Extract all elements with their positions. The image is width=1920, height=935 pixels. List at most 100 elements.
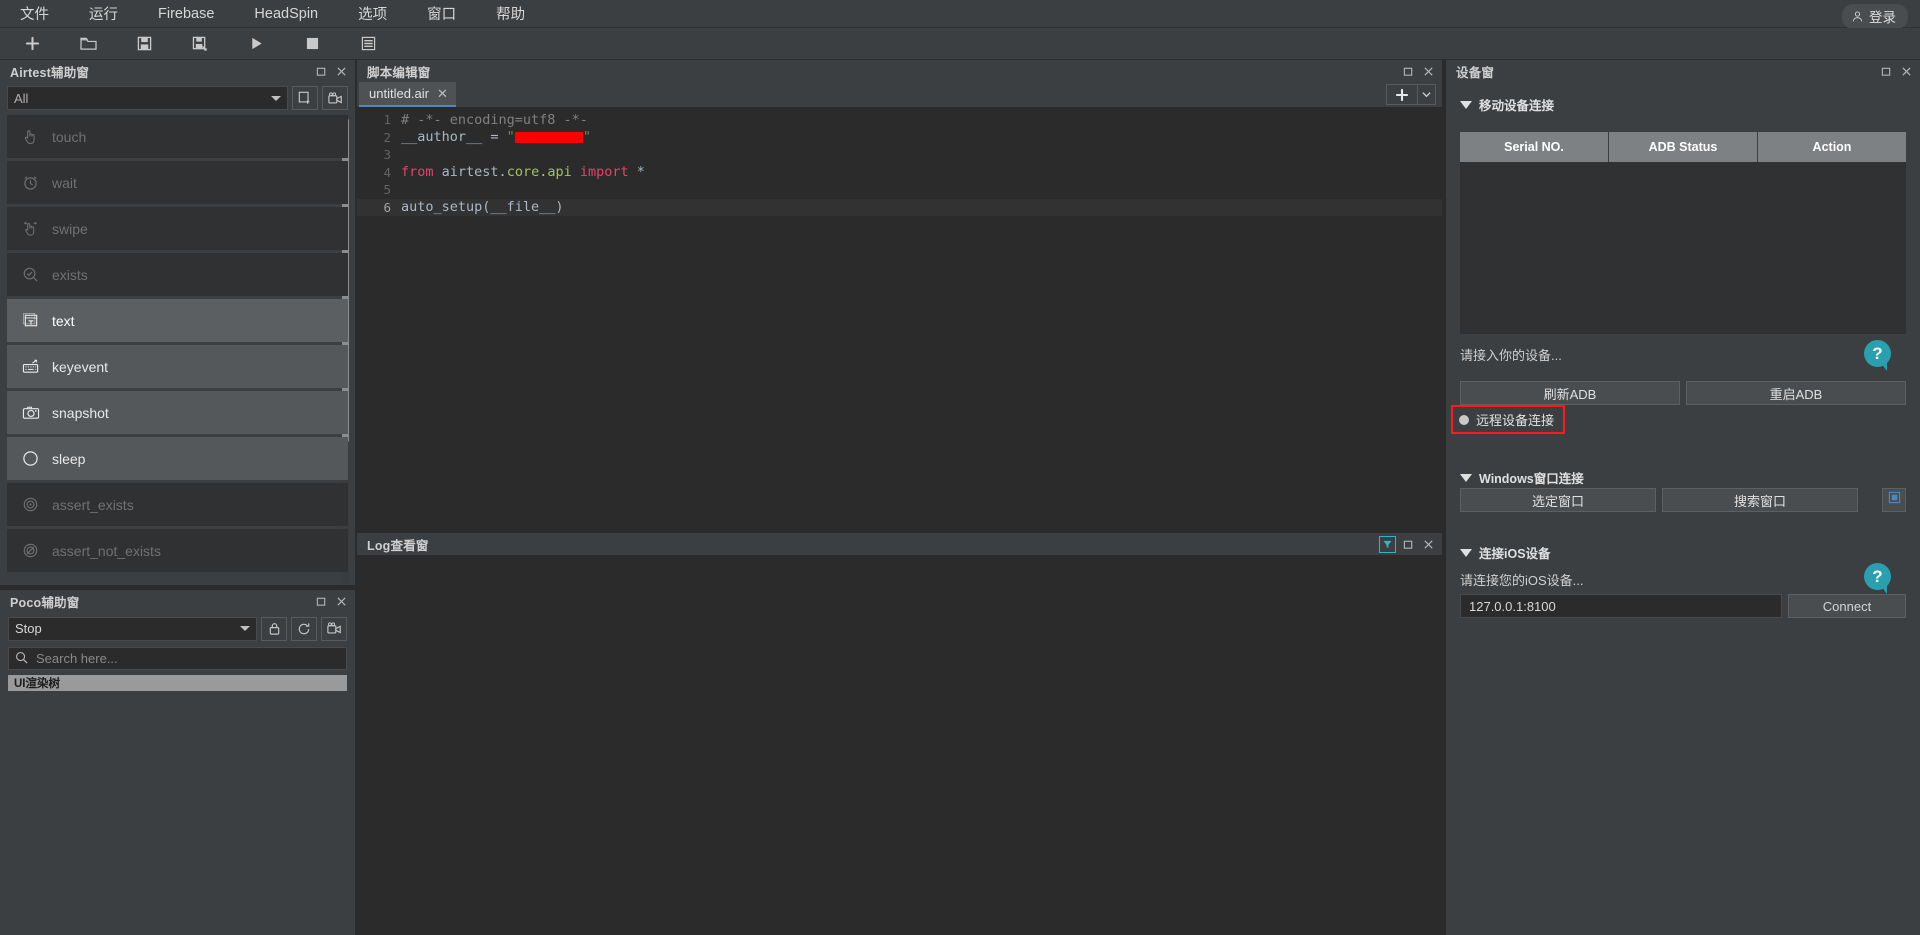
remote-device-radio[interactable]: 远程设备连接 (1451, 405, 1566, 434)
device-panel: 设备窗 移动设备连接 Serial NO. ADB Status Action … (1446, 60, 1920, 935)
action-item-keyevent[interactable]: keyevent (7, 345, 348, 388)
code-text: . (498, 164, 507, 181)
new-tab-dropdown-icon[interactable] (1417, 85, 1435, 104)
action-item-assert-not-exists[interactable]: assert_not_exists (7, 529, 348, 572)
menu-run[interactable]: 运行 (78, 0, 129, 27)
code-editor[interactable]: 1 # -*- encoding=utf8 -*- 2 __author__ =… (357, 107, 1442, 530)
hand-touch-icon (21, 127, 40, 146)
stop-button[interactable] (288, 30, 336, 58)
action-label: wait (52, 174, 77, 191)
poco-search-placeholder: Search here... (36, 651, 118, 666)
left-horizontal-splitter[interactable] (0, 585, 355, 590)
plus-icon[interactable] (1387, 88, 1417, 102)
maximize-icon[interactable] (313, 593, 329, 609)
close-icon[interactable] (333, 593, 349, 609)
action-item-wait[interactable]: wait (7, 161, 348, 204)
screen-frame-icon (1888, 491, 1901, 509)
close-icon[interactable] (333, 63, 349, 79)
new-file-button[interactable] (8, 30, 56, 58)
right-splitter[interactable] (1442, 60, 1446, 935)
report-button[interactable] (344, 30, 392, 58)
action-filter-select[interactable]: All (7, 86, 288, 110)
select-window-button[interactable]: 选定窗口 (1460, 488, 1656, 512)
moon-icon (21, 449, 40, 468)
maximize-icon[interactable] (1400, 63, 1416, 79)
editor-tab-untitled[interactable]: untitled.air ✕ (359, 82, 456, 107)
save-button[interactable] (120, 30, 168, 58)
filter-icon[interactable] (1379, 535, 1396, 553)
poco-tree-body[interactable] (8, 691, 347, 935)
log-content-area[interactable] (357, 555, 1442, 935)
radio-dot-icon (1459, 414, 1469, 425)
action-item-sleep[interactable]: sleep (7, 437, 348, 480)
menu-file[interactable]: 文件 (9, 0, 60, 27)
action-label: swipe (52, 220, 88, 237)
poco-search-input[interactable]: Search here... (8, 647, 347, 670)
search-window-button[interactable]: 搜索窗口 (1662, 488, 1858, 512)
line-number: 4 (383, 164, 391, 180)
save-as-button[interactable] (176, 30, 224, 58)
mobile-help-icon[interactable]: ? (1864, 340, 1891, 371)
airtest-panel-header: Airtest辅助窗 (0, 60, 355, 82)
restart-adb-label: 重启ADB (1769, 386, 1823, 402)
record-button[interactable] (322, 86, 348, 110)
ios-section-header[interactable]: 连接iOS设备 (1460, 543, 1551, 562)
maximize-icon[interactable] (313, 63, 329, 79)
device-panel-header: 设备窗 (1446, 60, 1920, 82)
keyboard-icon (21, 357, 40, 376)
stop-icon (306, 37, 319, 50)
maximize-icon[interactable] (1878, 63, 1894, 79)
action-filter-value: All (14, 90, 29, 106)
action-item-assert-exists[interactable]: assert_exists (7, 483, 348, 526)
ios-connect-button[interactable]: Connect (1788, 594, 1906, 618)
log-panel-title: Log查看窗 (367, 538, 429, 553)
new-tab-button[interactable] (1386, 84, 1436, 105)
menu-window[interactable]: 窗口 (416, 0, 467, 27)
line-number: 5 (383, 182, 391, 198)
action-label: snapshot (52, 404, 109, 421)
action-item-touch[interactable]: touch (7, 115, 348, 158)
mobile-section-header[interactable]: 移动设备连接 (1460, 95, 1554, 114)
windows-section-header[interactable]: Windows窗口连接 (1460, 468, 1584, 487)
login-button[interactable]: 登录 (1842, 4, 1908, 29)
device-table-body[interactable] (1460, 162, 1906, 334)
action-item-text[interactable]: text (7, 299, 348, 342)
poco-mode-select[interactable]: Stop (8, 616, 257, 641)
code-text: * (636, 164, 645, 181)
magnifier-check-icon (21, 265, 40, 284)
left-splitter[interactable] (355, 60, 357, 935)
action-item-exists[interactable]: exists (7, 253, 348, 296)
ios-help-icon[interactable]: ? (1864, 563, 1891, 594)
run-button[interactable] (232, 30, 280, 58)
ios-address-input[interactable]: 127.0.0.1:8100 (1460, 594, 1782, 618)
restart-adb-button[interactable]: 重启ADB (1686, 381, 1906, 405)
log-viewer-panel: Log查看窗 (357, 533, 1442, 935)
maximize-icon[interactable] (1400, 536, 1416, 552)
poco-lock-button[interactable] (261, 616, 287, 641)
save-as-icon (192, 36, 208, 51)
menu-headspin[interactable]: HeadSpin (243, 3, 329, 25)
tab-close-icon[interactable]: ✕ (437, 86, 448, 102)
poco-record-button[interactable] (321, 616, 347, 641)
column-serial-no: Serial NO. (1460, 132, 1609, 162)
close-icon[interactable] (1420, 63, 1436, 79)
refresh-adb-button[interactable]: 刷新ADB (1460, 381, 1680, 405)
close-icon[interactable] (1898, 63, 1914, 79)
close-icon[interactable] (1420, 536, 1436, 552)
poco-refresh-button[interactable] (291, 616, 317, 641)
open-folder-button[interactable] (64, 30, 112, 58)
poco-mode-value: Stop (15, 621, 42, 636)
code-line-current: 6 auto_setup(__file__) (357, 198, 1442, 216)
menu-firebase[interactable]: Firebase (147, 3, 225, 25)
code-text: # -*- encoding=utf8 -*- (401, 111, 588, 128)
center-horizontal-splitter[interactable] (357, 530, 1442, 533)
new-script-button[interactable] (292, 86, 318, 110)
menu-help[interactable]: 帮助 (485, 0, 536, 27)
action-item-swipe[interactable]: swipe (7, 207, 348, 250)
window-preview-button[interactable] (1882, 488, 1906, 512)
windows-section-label: Windows窗口连接 (1479, 472, 1584, 486)
menu-options[interactable]: 选项 (347, 0, 398, 27)
action-item-snapshot[interactable]: snapshot (7, 391, 348, 434)
column-adb-status: ADB Status (1609, 132, 1758, 162)
code-text: . (539, 164, 548, 181)
